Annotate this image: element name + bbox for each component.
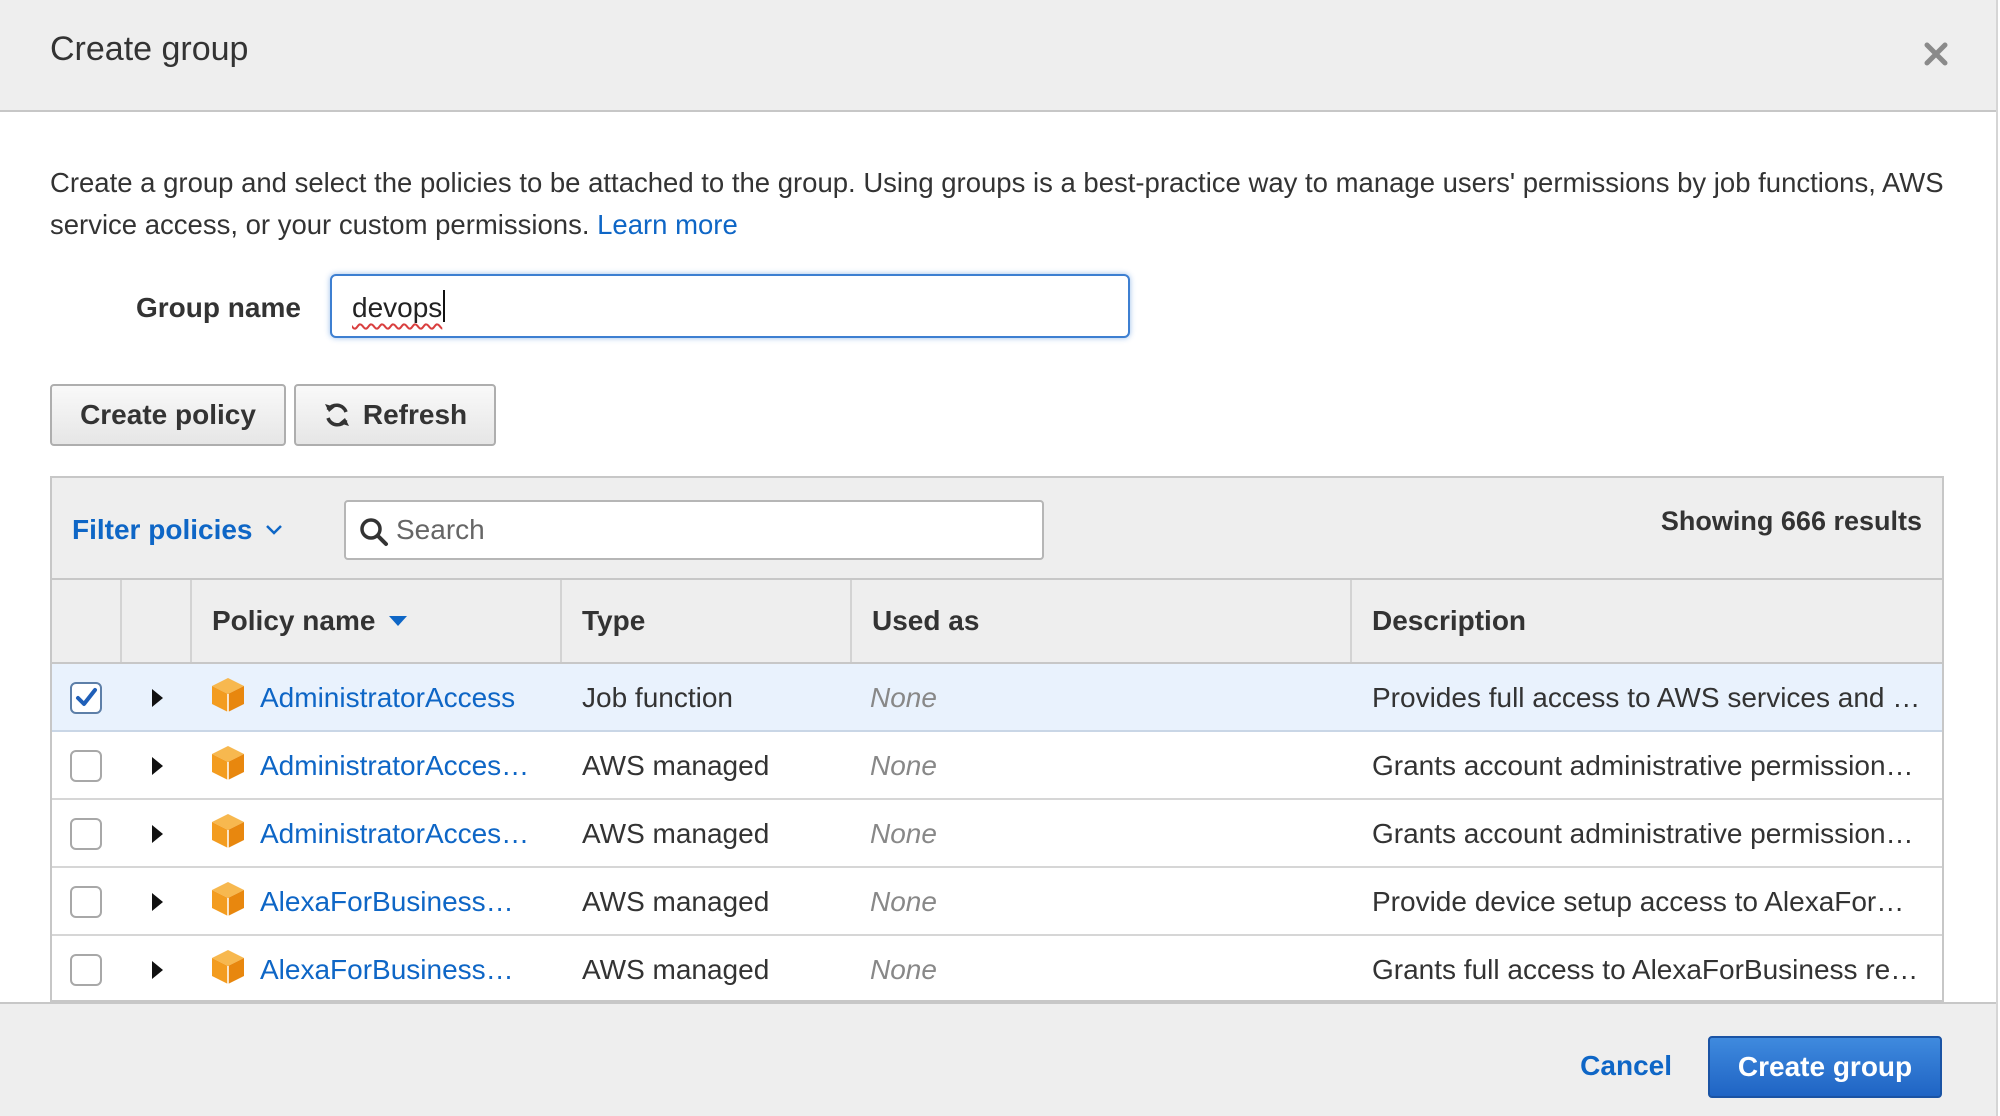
group-name-input[interactable] (330, 274, 1130, 338)
policy-description: Grants account administrative permission… (1372, 818, 1914, 849)
refresh-icon (324, 403, 349, 427)
policy-name-link[interactable]: AlexaForBusinessD… (260, 886, 530, 918)
sort-descending-icon (389, 616, 408, 626)
policy-name-link[interactable]: AdministratorAccess (260, 682, 530, 714)
row-checkbox[interactable] (70, 818, 102, 850)
header-used-as[interactable]: Used as (852, 580, 1352, 662)
learn-more-link[interactable]: Learn more (597, 209, 738, 240)
filter-policies-label: Filter policies (72, 514, 253, 545)
expand-row-icon[interactable] (152, 961, 163, 979)
close-button[interactable] (1916, 34, 1956, 74)
row-checkbox[interactable] (70, 682, 102, 714)
intro-text: Create a group and select the policies t… (50, 162, 1950, 246)
policy-name-link[interactable]: AlexaForBusinessF… (260, 954, 530, 986)
policy-used-as: None (870, 682, 937, 713)
policy-description: Provides full access to AWS services and… (1372, 682, 1921, 713)
header-policy-name[interactable]: Policy name (192, 580, 562, 662)
policy-cube-icon (212, 678, 244, 712)
policy-cube-icon (212, 814, 244, 848)
policy-type: AWS managed (582, 750, 770, 781)
header-description-label: Description (1372, 605, 1527, 636)
results-count: Showing 666 results (1660, 506, 1922, 536)
filter-policies-dropdown[interactable]: Filter policies (72, 514, 283, 546)
group-name-label: Group name (136, 292, 301, 323)
refresh-label: Refresh (362, 399, 468, 430)
refresh-button[interactable]: Refresh (294, 384, 496, 446)
header-description[interactable]: Description (1352, 580, 1942, 662)
header-select-column (52, 580, 122, 662)
policy-used-as: None (870, 886, 937, 917)
expand-row-icon[interactable] (152, 825, 163, 843)
policy-name-link[interactable]: AdministratorAcces… (260, 818, 530, 850)
row-checkbox[interactable] (70, 954, 102, 986)
header-type[interactable]: Type (562, 580, 852, 662)
policy-used-as: None (870, 818, 937, 849)
row-checkbox[interactable] (70, 886, 102, 918)
header-used-as-label: Used as (872, 605, 980, 636)
create-group-modal: Create group Create a group and select t… (0, 0, 1998, 1116)
table-row[interactable]: AdministratorAcces… AWS managed None Grants… (52, 732, 1942, 800)
row-checkbox[interactable] (70, 750, 102, 782)
header-policy-name-label: Policy name (212, 605, 376, 636)
header-type-label: Type (582, 605, 646, 636)
table-header: Policy name Type Used as Description (52, 580, 1942, 664)
expand-row-icon[interactable] (152, 689, 163, 707)
search-icon (360, 518, 388, 546)
table-row[interactable]: AdministratorAcces… AWS managed None Grants… (52, 800, 1942, 868)
policies-table: Filter policies Showing 666 results Poli… (50, 476, 1944, 1002)
create-policy-label: Create policy (80, 399, 256, 430)
policy-description: Grants account administrative permission… (1372, 750, 1914, 781)
search-box (344, 500, 1044, 560)
policy-description: Provide device setup access to AlexaFor… (1372, 886, 1905, 917)
table-row[interactable]: AlexaForBusinessD… AWS managed None Provide… (52, 868, 1942, 936)
policy-type: Job function (582, 682, 733, 713)
policy-type: AWS managed (582, 886, 770, 917)
close-icon (1924, 42, 1948, 66)
table-row[interactable]: AdministratorAccess Job function None Provi… (52, 664, 1942, 732)
policy-description: Grants full access to AlexaForBusiness r… (1372, 954, 1919, 985)
table-row[interactable]: AlexaForBusinessF… AWS managed None Grants … (52, 936, 1942, 1000)
policy-type: AWS managed (582, 954, 770, 985)
intro-description: Create a group and select the policies t… (50, 167, 1944, 240)
create-policy-button[interactable]: Create policy (50, 384, 286, 446)
header-expand-column (122, 580, 192, 662)
policy-cube-icon (212, 882, 244, 916)
policy-cube-icon (212, 950, 244, 984)
cancel-button[interactable]: Cancel (1580, 1050, 1672, 1082)
expand-row-icon[interactable] (152, 757, 163, 775)
checkmark-icon (76, 688, 97, 706)
policy-name-link[interactable]: AdministratorAcces… (260, 750, 530, 782)
policy-used-as: None (870, 954, 937, 985)
table-toolbar: Filter policies Showing 666 results (52, 478, 1942, 580)
policy-cube-icon (212, 746, 244, 780)
policy-used-as: None (870, 750, 937, 781)
search-input[interactable] (396, 502, 1036, 558)
expand-row-icon[interactable] (152, 893, 163, 911)
modal-footer: Cancel Create group (0, 1002, 1996, 1116)
chevron-down-icon (265, 525, 282, 535)
modal-title: Create group (50, 30, 249, 68)
create-group-button[interactable]: Create group (1708, 1036, 1942, 1098)
modal-header: Create group (0, 0, 1996, 112)
policy-type: AWS managed (582, 818, 770, 849)
